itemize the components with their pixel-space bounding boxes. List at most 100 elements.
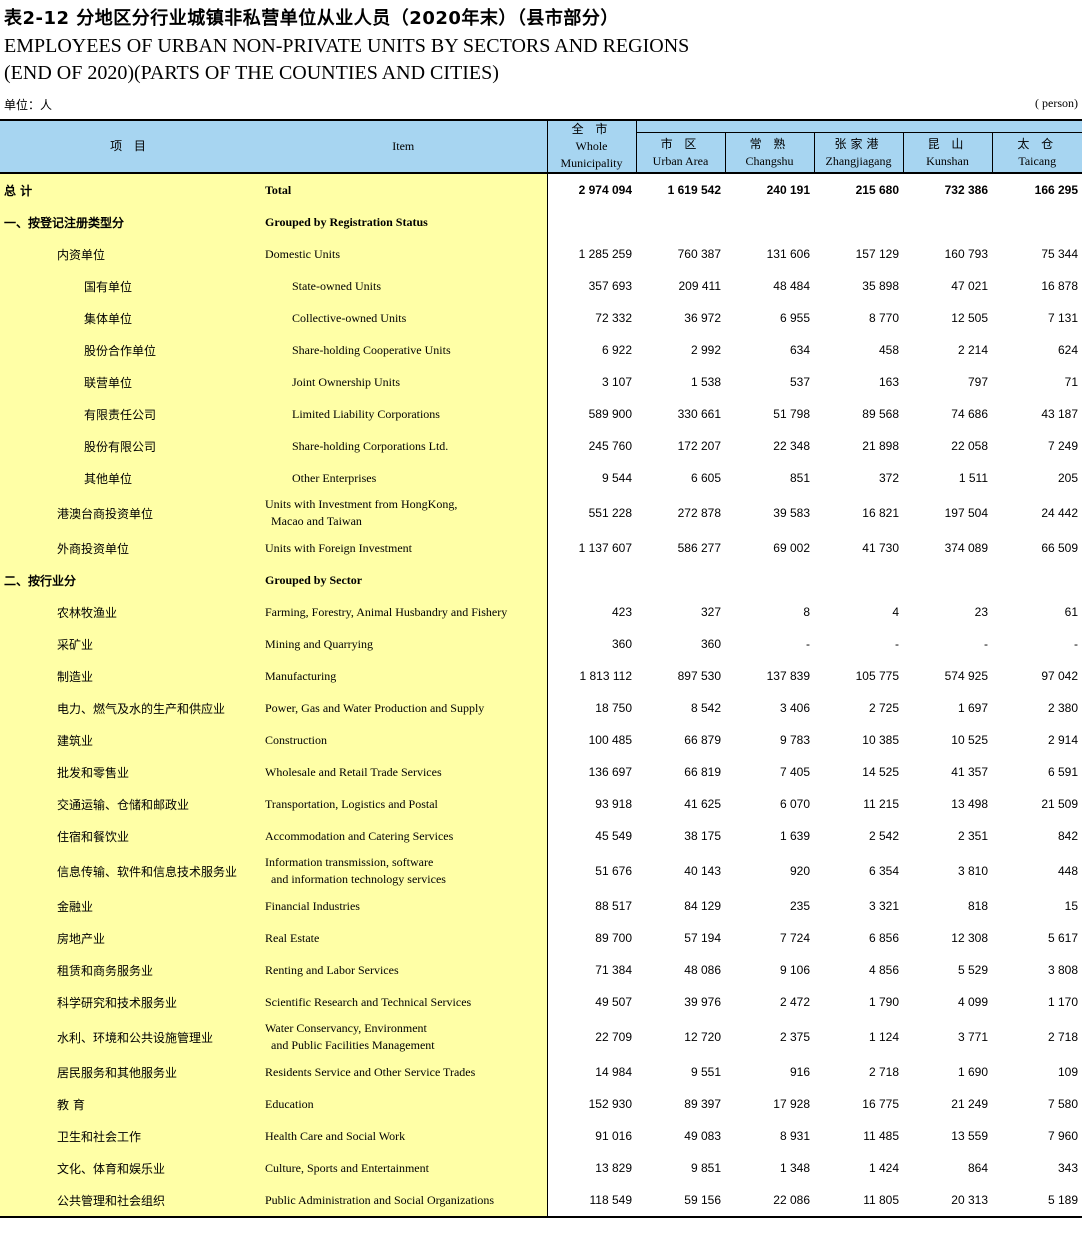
value-region-1: 8 931 (779, 1129, 810, 1143)
value-region-2: 1 424 (868, 1161, 899, 1175)
value-region-0: 897 530 (677, 669, 721, 683)
value-region-3: 1 697 (957, 701, 988, 715)
value-region-3: 160 793 (944, 247, 988, 261)
table-title-chinese: 表2-12 分地区分行业城镇非私营单位从业人员（2020年末）（县市部分） (4, 8, 619, 29)
row-label-en: Other Enterprises (260, 462, 548, 494)
row-label-en-line1: Residents Service and Other Service Trad… (265, 1064, 476, 1079)
value-region-1: 1 348 (779, 1161, 810, 1175)
value-region-0: 57 194 (684, 931, 721, 945)
row-label-cn: 金融业 (0, 890, 260, 922)
value-region-3: 4 099 (957, 995, 988, 1009)
row-label-en-line2: and information technology services (271, 872, 446, 886)
value-region-1: 2 375 (779, 1030, 810, 1044)
value-region-1: 634 (789, 343, 810, 357)
value-region-2: 2 718 (868, 1065, 899, 1079)
value-region-4: 3 808 (1048, 963, 1079, 977)
value-region-1: 2 472 (779, 995, 810, 1009)
value-region-3: 797 (967, 375, 988, 389)
value-region-0: 84 129 (684, 899, 721, 913)
value-region-1: 8 (803, 605, 810, 619)
row-label-en: Domestic Units (260, 238, 548, 270)
table-row: 一、按登记注册类型分 Grouped by Registration Status (0, 206, 1082, 238)
value-region-3: 197 504 (944, 506, 988, 520)
value-region-1: 22 086 (725, 1184, 814, 1218)
value-region-1: 916 (789, 1065, 810, 1079)
value-region-2: 89 568 (862, 407, 899, 421)
row-label-en-line2: Macao and Taiwan (271, 514, 362, 528)
row-label-en-line1: Renting and Labor Services (265, 962, 399, 977)
row-label-en: Transportation, Logistics and Postal (260, 788, 548, 820)
value-region-0: 40 143 (684, 864, 721, 878)
row-label-cn: 房地产业 (0, 922, 260, 954)
row-label-en: Limited Liability Corporations (260, 398, 548, 430)
header-item-en: Item (260, 120, 547, 173)
value-whole-municipality: 1 285 259 (578, 247, 632, 261)
value-region-2: 6 856 (868, 931, 899, 945)
table-row: 集体单位 Collective-owned Units 72 332 36 972 6 … (0, 302, 1082, 334)
row-label-en: Information transmission, software and i… (260, 852, 548, 890)
row-label-en-line1: Collective-owned Units (292, 310, 407, 325)
unit-label-chinese: 单位：人 (4, 98, 53, 112)
value-whole-municipality: 71 384 (595, 963, 632, 977)
value-region-2: 2 542 (868, 829, 899, 843)
value-region-0: 49 083 (684, 1129, 721, 1143)
header-region-2: 张家港 Zhangjiagang (813, 132, 903, 173)
value-region-3: 10 525 (951, 733, 988, 747)
value-whole-municipality: 423 (611, 605, 632, 619)
row-label-en-line1: Water Conservancy, Environment (265, 1021, 427, 1035)
row-label-en: Residents Service and Other Service Trad… (260, 1056, 548, 1088)
value-region-3: 1 690 (957, 1065, 988, 1079)
table-row: 水利、环境和公共设施管理业 Water Conservancy, Environm… (0, 1018, 1082, 1056)
row-label-en: Collective-owned Units (260, 302, 548, 334)
row-label-en: Construction (260, 724, 548, 756)
header-region-1: 常 熟 Changshu (724, 132, 814, 173)
value-region-3: 732 386 (944, 183, 988, 197)
value-whole-municipality: 22 709 (595, 1030, 632, 1044)
table-row: 居民服务和其他服务业 Residents Service and Other Se… (0, 1056, 1082, 1088)
value-region-3 (903, 564, 992, 596)
row-label-cn: 制造业 (0, 660, 260, 692)
row-label-en: Health Care and Social Work (260, 1120, 548, 1152)
row-label-en: Share-holding Corporations Ltd. (260, 430, 548, 462)
value-region-4: 6 591 (1048, 765, 1079, 779)
header-whole-en1: Whole (575, 139, 608, 153)
value-region-3: 3 810 (957, 864, 988, 878)
row-label-en-line1: Accommodation and Catering Services (265, 828, 454, 843)
value-region-1: 235 (789, 899, 810, 913)
value-region-0: 9 851 (690, 1161, 721, 1175)
value-region-0: 209 411 (678, 279, 722, 293)
value-region-4: 343 (1058, 1161, 1079, 1175)
table-title-english-line1: EMPLOYEES OF URBAN NON-PRIVATE UNITS BY … (4, 35, 690, 57)
value-whole-municipality: 245 760 (588, 439, 632, 453)
row-label-cn: 交通运输、仓储和邮政业 (0, 788, 260, 820)
value-region-4: 448 (1058, 864, 1079, 878)
row-label-en-line1: Transportation, Logistics and Postal (265, 796, 438, 811)
value-whole-municipality: 9 544 (601, 471, 632, 485)
value-region-0: 41 625 (684, 797, 721, 811)
table-row: 金融业 Financial Industries 88 517 84 129 235 3 … (0, 890, 1082, 922)
value-region-1: 6 070 (779, 797, 810, 811)
value-region-0: 59 156 (636, 1184, 725, 1218)
value-region-2 (814, 206, 903, 238)
row-label-en-line1: Financial Industries (265, 898, 360, 913)
value-region-2: 1 790 (868, 995, 899, 1009)
row-label-en-line1: Limited Liability Corporations (292, 406, 440, 421)
row-label-cn: 批发和零售业 (0, 756, 260, 788)
table-row: 国有单位 State-owned Units 357 693 209 411 48 48… (0, 270, 1082, 302)
table-title-english-line2: (END OF 2020)(PARTS OF THE COUNTIES AND … (4, 62, 499, 84)
header-whole-cn: 全 市 (571, 122, 612, 136)
value-region-0: 586 277 (677, 541, 721, 555)
table-row: 外商投资单位 Units with Foreign Investment 1 137… (0, 532, 1082, 564)
value-region-4: 7 249 (1048, 439, 1079, 453)
value-region-3: 23 (974, 605, 988, 619)
value-region-4: 5 189 (992, 1184, 1082, 1218)
value-region-2: - (895, 637, 899, 651)
value-region-4: 166 295 (1034, 183, 1079, 197)
value-whole-municipality (547, 206, 636, 238)
value-region-2: 215 680 (855, 183, 899, 197)
value-region-1: 17 928 (773, 1097, 810, 1111)
row-label-en: Financial Industries (260, 890, 548, 922)
value-region-4: 7 960 (1048, 1129, 1079, 1143)
value-region-1 (725, 206, 814, 238)
row-label-cn: 股份有限公司 (0, 430, 260, 462)
